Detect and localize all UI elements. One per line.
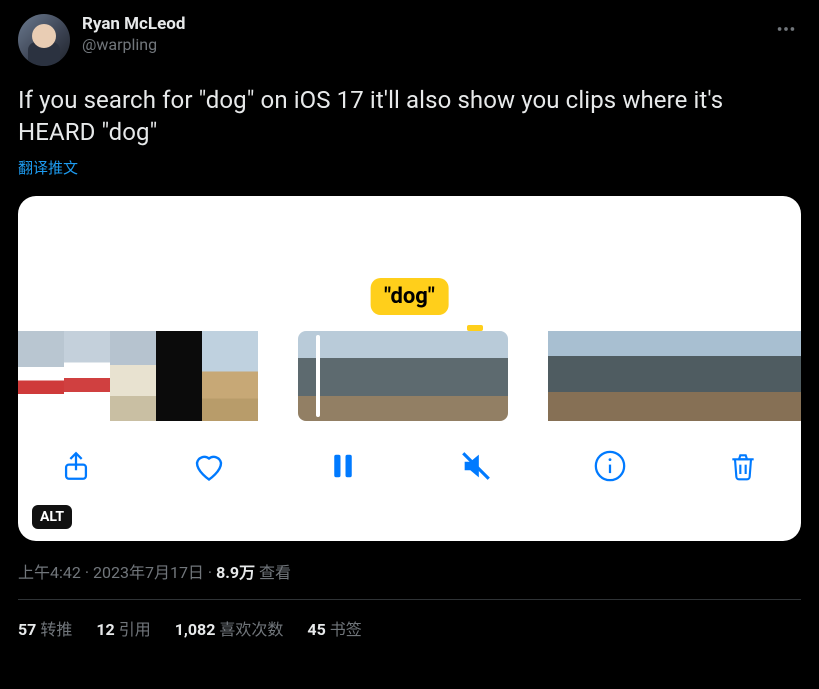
tweet-time[interactable]: 上午4:42 — [18, 563, 81, 582]
tweet-meta: 上午4:42 · 2023年7月17日 · 8.9万 查看 — [18, 559, 801, 583]
views-label: 查看 — [259, 563, 291, 582]
clip-thumb[interactable] — [644, 331, 692, 421]
clip-group[interactable] — [548, 331, 801, 421]
pause-icon[interactable] — [323, 446, 363, 486]
clip-thumb[interactable] — [298, 331, 368, 421]
clip-thumb[interactable] — [202, 331, 258, 421]
clip-thumb[interactable] — [788, 331, 801, 421]
clip-thumb[interactable] — [596, 331, 644, 421]
views-count: 8.9万 — [216, 563, 255, 582]
tweet-stats: 57转推 12引用 1,082喜欢次数 45书签 — [18, 600, 801, 640]
clip-thumb[interactable] — [156, 331, 202, 421]
media-toolbar — [18, 421, 801, 511]
more-icon[interactable] — [771, 14, 801, 48]
caption-tag: "dog" — [370, 278, 449, 315]
video-timeline[interactable] — [18, 331, 801, 421]
clip-group[interactable] — [18, 331, 258, 421]
clip-thumb[interactable] — [110, 331, 156, 421]
clip-group[interactable] — [298, 331, 508, 421]
media-card[interactable]: "dog" — [18, 196, 801, 541]
clip-thumb[interactable] — [368, 331, 438, 421]
share-icon[interactable] — [56, 446, 96, 486]
mute-icon[interactable] — [456, 446, 496, 486]
tweet-text: If you search for "dog" on iOS 17 it'll … — [18, 84, 801, 149]
avatar[interactable] — [18, 14, 70, 66]
tweet-header: Ryan McLeod @warpling — [18, 14, 801, 66]
tweet: Ryan McLeod @warpling If you search for … — [0, 0, 819, 640]
info-icon[interactable] — [590, 446, 630, 486]
clip-thumb[interactable] — [548, 331, 596, 421]
media-top: "dog" — [18, 196, 801, 331]
bookmarks-stat[interactable]: 45书签 — [307, 616, 361, 640]
clip-thumb[interactable] — [692, 331, 740, 421]
likes-stat[interactable]: 1,082喜欢次数 — [175, 616, 284, 640]
author-names[interactable]: Ryan McLeod @warpling — [82, 14, 185, 54]
trash-icon[interactable] — [723, 446, 763, 486]
handle: @warpling — [82, 35, 185, 54]
alt-badge[interactable]: ALT — [32, 505, 72, 529]
display-name: Ryan McLeod — [82, 14, 185, 34]
clip-thumb[interactable] — [740, 331, 788, 421]
tweet-date[interactable]: 2023年7月17日 — [93, 563, 204, 582]
clip-thumb[interactable] — [438, 331, 508, 421]
clip-thumb[interactable] — [18, 331, 64, 421]
quotes-stat[interactable]: 12引用 — [96, 616, 150, 640]
retweets-stat[interactable]: 57转推 — [18, 616, 72, 640]
heart-icon[interactable] — [189, 446, 229, 486]
translate-link[interactable]: 翻译推文 — [18, 157, 78, 178]
clip-thumb[interactable] — [64, 331, 110, 421]
